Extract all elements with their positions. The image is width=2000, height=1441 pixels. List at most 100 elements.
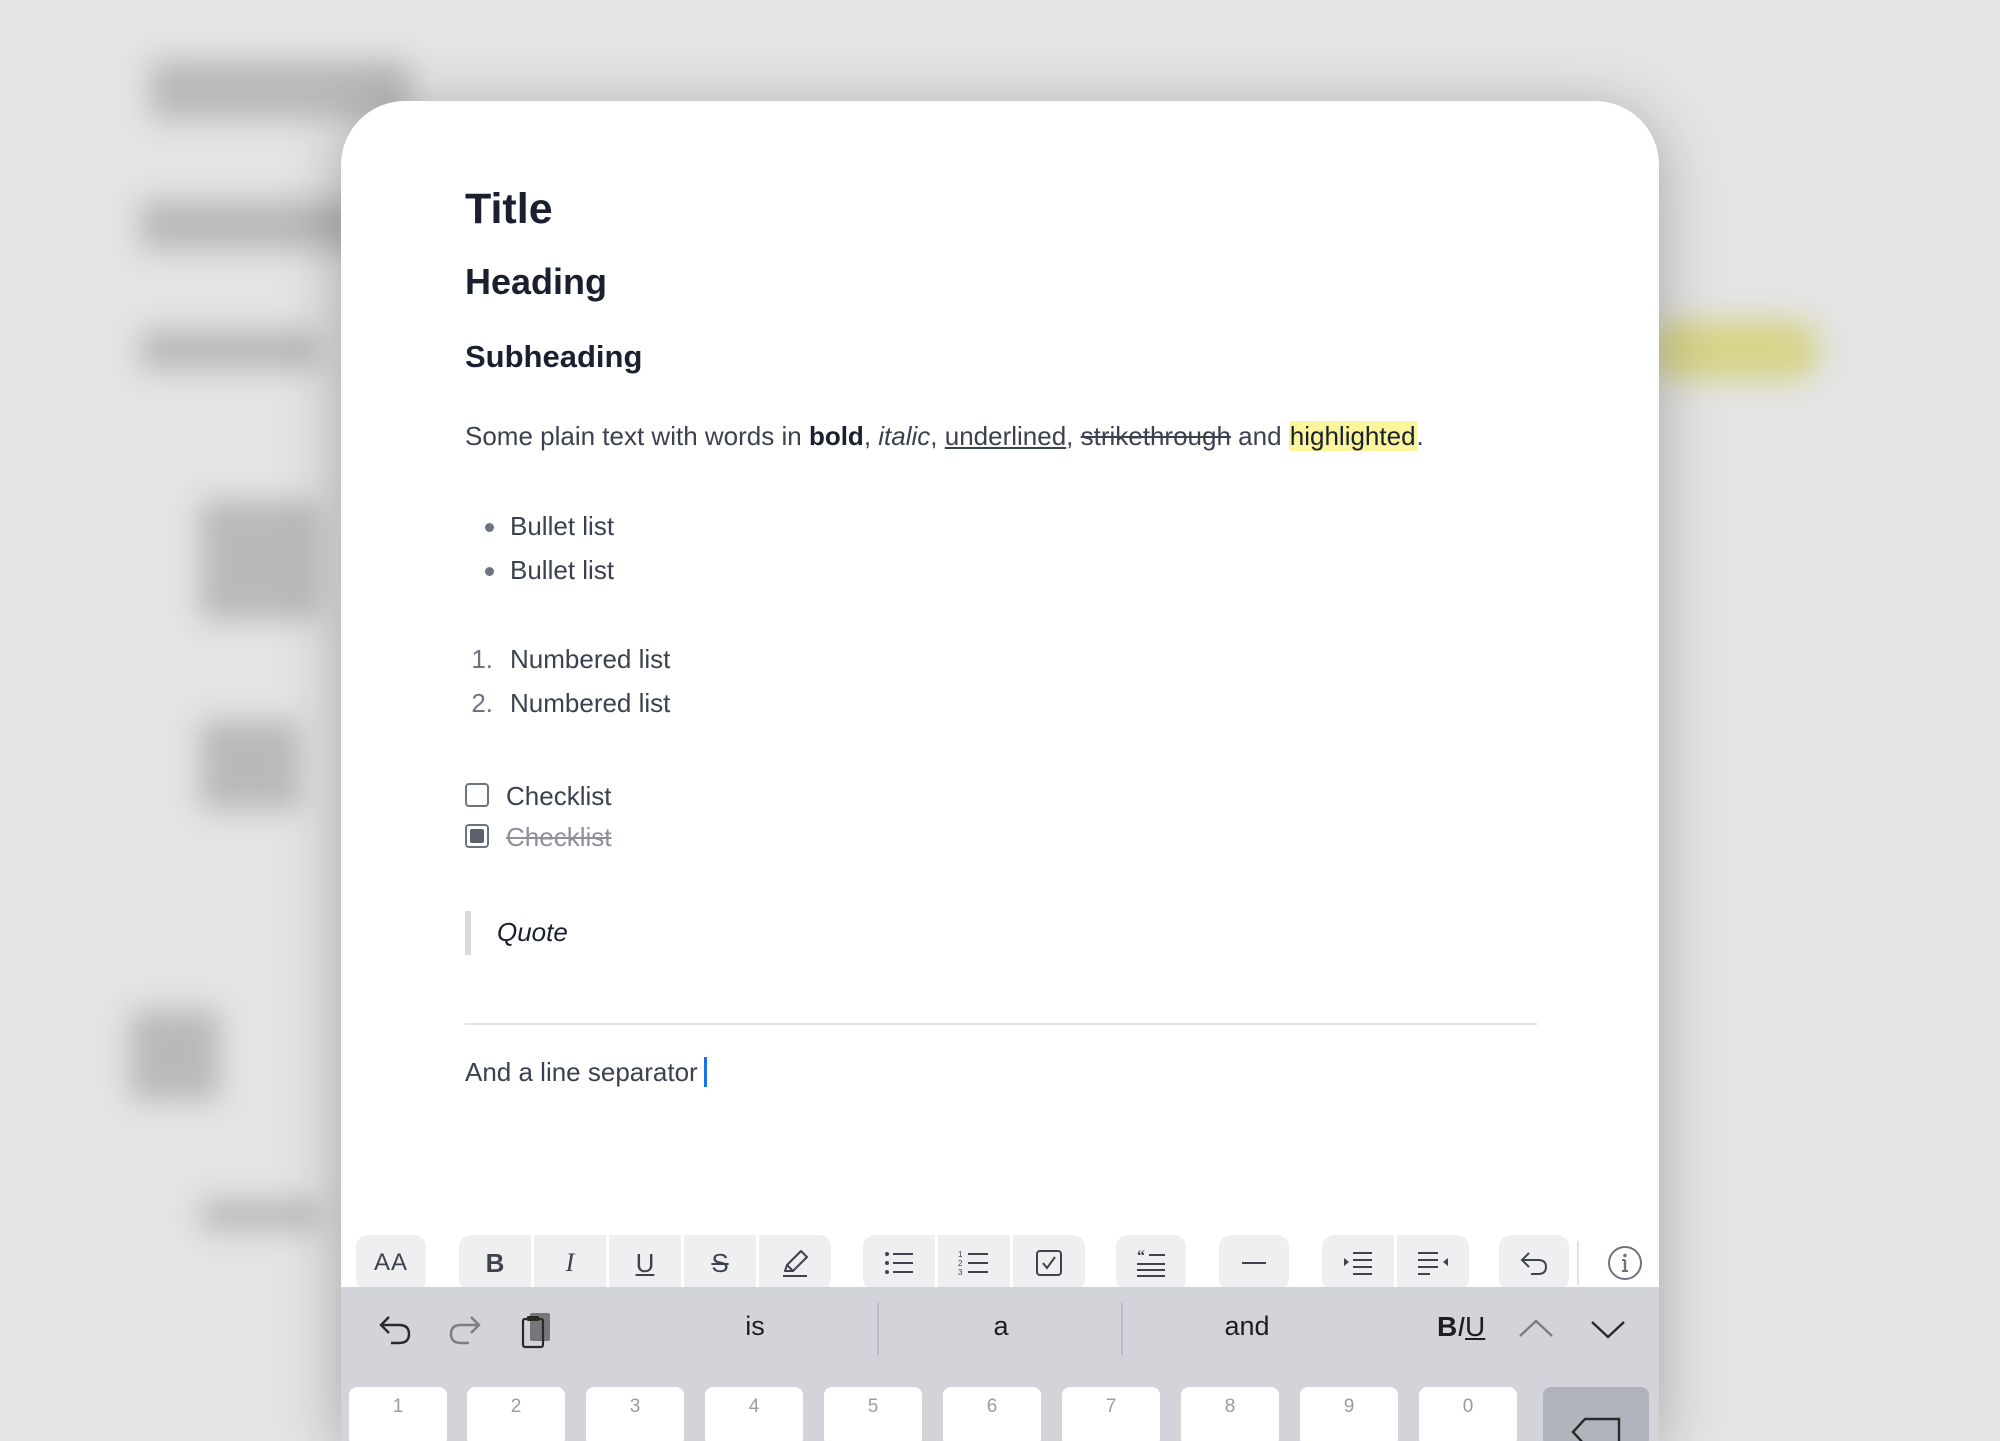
keyboard-undo-button[interactable]	[377, 1309, 413, 1354]
underline-button[interactable]: U	[609, 1235, 681, 1291]
bold-text: bold	[808, 421, 864, 451]
key-7[interactable]: 7	[1062, 1387, 1160, 1441]
plain-text: Some plain text with words in	[465, 421, 809, 451]
key-1[interactable]: 1	[349, 1387, 447, 1441]
key-5[interactable]: 5	[824, 1387, 922, 1441]
horizontal-line-icon	[1242, 1262, 1266, 1264]
bullet-list-button[interactable]	[863, 1235, 935, 1291]
doc-heading[interactable]: Heading	[465, 261, 607, 303]
key-8[interactable]: 8	[1181, 1387, 1279, 1441]
svg-text:3: 3	[958, 1268, 963, 1277]
checklist-button[interactable]	[1013, 1235, 1085, 1291]
text-style-button[interactable]: AA	[356, 1235, 426, 1291]
toolbar-divider	[1577, 1241, 1579, 1285]
suggestion-divider	[1121, 1303, 1123, 1355]
suggestion-2[interactable]: a	[881, 1311, 1121, 1342]
delete-key[interactable]	[1543, 1387, 1649, 1441]
indent-icon	[1344, 1252, 1372, 1275]
key-0[interactable]: 0	[1419, 1387, 1517, 1441]
bold-button[interactable]: B	[459, 1235, 531, 1291]
underline-label: U	[635, 1247, 655, 1278]
undo-icon	[379, 1316, 411, 1345]
redo-icon	[449, 1316, 481, 1345]
outdent-button[interactable]	[1397, 1235, 1469, 1291]
formatted-paragraph[interactable]: Some plain text with words in bold, ital…	[465, 421, 1424, 452]
bold-label: B	[485, 1247, 505, 1278]
strikethrough-button[interactable]: S	[684, 1235, 756, 1291]
underlined-text: underlined	[944, 421, 1067, 451]
italic-button[interactable]: I	[534, 1235, 606, 1291]
checklist-text-done: Checklist	[506, 822, 612, 852]
separator-text: ,	[930, 421, 945, 451]
key-2[interactable]: 2	[467, 1387, 565, 1441]
keyboard-shortcut-bar: is a and BIU	[341, 1287, 1659, 1373]
info-button[interactable]	[1605, 1243, 1645, 1288]
list-number: 2.	[471, 688, 493, 718]
bullet-text: Bullet list	[510, 511, 615, 541]
period-text: .	[1416, 421, 1424, 451]
suggestion-divider	[877, 1303, 879, 1355]
highlighter-icon	[783, 1250, 808, 1277]
key-4[interactable]: 4	[705, 1387, 803, 1441]
svg-text:2: 2	[958, 1259, 963, 1268]
highlight-button[interactable]	[759, 1235, 831, 1291]
info-icon	[1608, 1246, 1642, 1280]
last-line-text: And a line separator	[465, 1057, 698, 1087]
line-separator	[465, 1023, 1537, 1025]
backspace-icon	[1571, 1417, 1621, 1441]
suggestion-1[interactable]: is	[635, 1311, 875, 1342]
list-number: 1.	[471, 644, 493, 674]
checklist-text: Checklist	[506, 781, 612, 811]
biu-bold: B	[1437, 1311, 1458, 1342]
strikethrough-text: strikethrough	[1080, 421, 1231, 451]
italic-label: I	[565, 1248, 575, 1277]
svg-text:1: 1	[958, 1250, 963, 1259]
text-caret	[703, 1057, 707, 1087]
italic-text: italic	[878, 421, 931, 451]
checkbox-checked[interactable]	[465, 824, 489, 848]
blockquote[interactable]: Quote	[465, 911, 568, 955]
undo-icon	[1520, 1252, 1548, 1275]
bullet-text: Bullet list	[510, 555, 615, 585]
checkbox-unchecked[interactable]	[465, 783, 489, 807]
separator-text: ,	[863, 421, 879, 451]
key-6[interactable]: 6	[943, 1387, 1041, 1441]
clipboard-icon	[521, 1313, 550, 1349]
bullet-list-icon	[885, 1252, 913, 1274]
undo-format-button[interactable]	[1499, 1235, 1569, 1291]
quote-button[interactable]: “	[1116, 1235, 1186, 1291]
biu-format-button[interactable]: BIU	[1437, 1311, 1485, 1343]
biu-italic: I	[1457, 1311, 1466, 1342]
quote-text: Quote	[497, 917, 568, 947]
numbered-text: Numbered list	[510, 688, 671, 718]
biu-underline: U	[1465, 1311, 1486, 1342]
quote-block-icon: “	[1137, 1248, 1165, 1277]
strikethrough-label: S	[711, 1247, 729, 1278]
keyboard-paste-button[interactable]	[519, 1309, 553, 1356]
doc-subheading[interactable]: Subheading	[465, 339, 642, 375]
chevron-down-icon	[1591, 1321, 1625, 1339]
separator-text: ,	[1066, 421, 1081, 451]
numbered-text: Numbered list	[510, 644, 671, 674]
outdent-icon	[1418, 1252, 1448, 1275]
key-9[interactable]: 9	[1300, 1387, 1398, 1441]
chevron-up-icon	[1519, 1319, 1553, 1337]
checkbox-icon	[1036, 1250, 1062, 1276]
last-line[interactable]: And a line separator	[465, 1057, 707, 1088]
highlighted-text: highlighted	[1288, 421, 1417, 451]
numbered-list-icon: 123	[958, 1250, 988, 1277]
bullet-dot-icon	[485, 567, 494, 576]
doc-title[interactable]: Title	[465, 185, 553, 234]
previous-field-button[interactable]	[1517, 1317, 1555, 1344]
key-3[interactable]: 3	[586, 1387, 684, 1441]
numbered-list-button[interactable]: 123	[938, 1235, 1010, 1291]
next-field-button[interactable]	[1589, 1319, 1627, 1346]
on-screen-keyboard: is a and BIU 1 2 3 4 5 6 7 8 9 0	[341, 1287, 1659, 1441]
suggestion-3[interactable]: and	[1127, 1311, 1367, 1342]
notes-sheet: Title Heading Subheading Some plain text…	[341, 101, 1659, 1441]
line-separator-button[interactable]	[1219, 1235, 1289, 1291]
indent-button[interactable]	[1322, 1235, 1394, 1291]
svg-text:“: “	[1137, 1248, 1145, 1265]
text-style-label: AA	[373, 1249, 408, 1276]
keyboard-redo-button[interactable]	[447, 1309, 483, 1354]
